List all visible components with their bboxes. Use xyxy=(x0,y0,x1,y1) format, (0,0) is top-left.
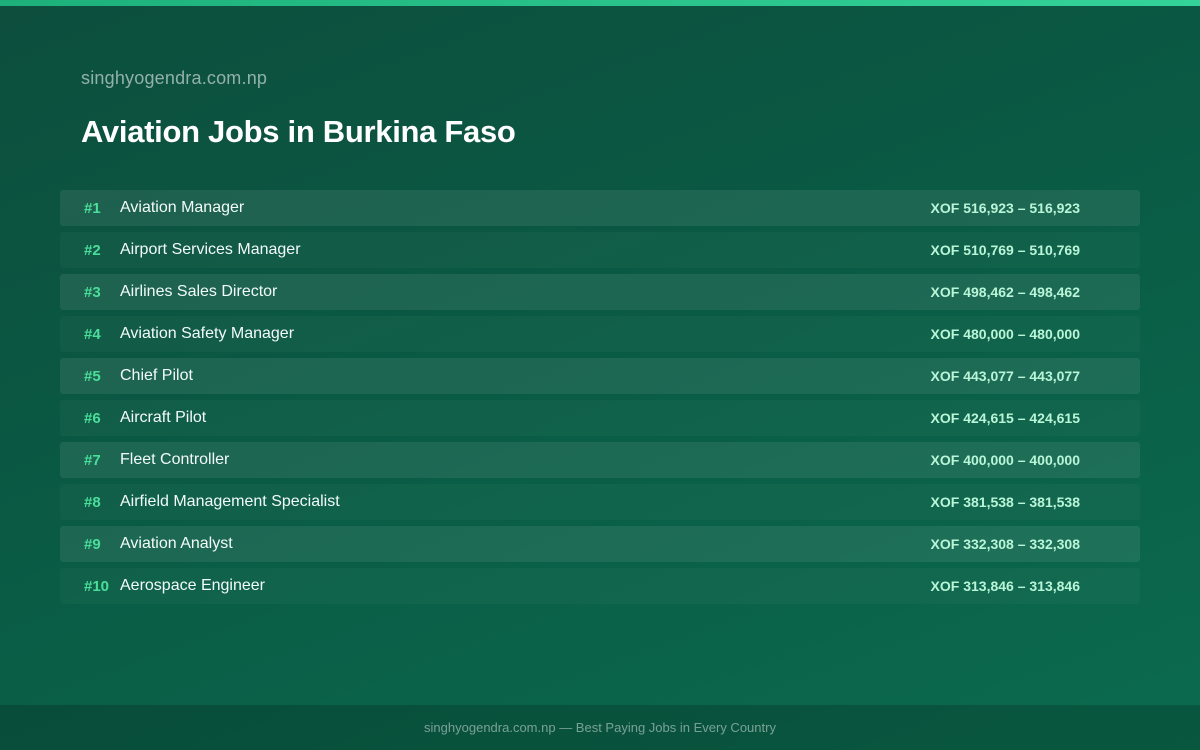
job-row: #1 Aviation Manager XOF 516,923 – 516,92… xyxy=(60,190,1140,226)
job-rank: #10 xyxy=(84,577,110,595)
job-rank: #7 xyxy=(84,451,101,469)
job-row: #6 Aircraft Pilot XOF 424,615 – 424,615 xyxy=(60,400,1140,436)
job-salary: XOF 313,846 – 313,846 xyxy=(930,578,1080,594)
job-rank: #8 xyxy=(84,493,101,511)
job-salary: XOF 516,923 – 516,923 xyxy=(930,200,1080,216)
job-title: Airlines Sales Director xyxy=(120,283,278,300)
job-title: Fleet Controller xyxy=(120,451,230,468)
job-row: #3 Airlines Sales Director XOF 498,462 –… xyxy=(60,274,1140,310)
footer: singhyogendra.com.np — Best Paying Jobs … xyxy=(0,705,1200,750)
job-rank: #9 xyxy=(84,535,101,553)
job-title: Aviation Analyst xyxy=(120,535,233,552)
job-row: #10 Aerospace Engineer XOF 313,846 – 313… xyxy=(60,568,1140,604)
job-salary: XOF 400,000 – 400,000 xyxy=(930,452,1080,468)
job-title: Airfield Management Specialist xyxy=(120,493,340,510)
job-rank: #1 xyxy=(84,199,101,217)
top-accent-bar xyxy=(0,0,1200,6)
job-row: #5 Chief Pilot XOF 443,077 – 443,077 xyxy=(60,358,1140,394)
job-rank: #6 xyxy=(84,409,101,427)
job-salary: XOF 510,769 – 510,769 xyxy=(930,242,1080,258)
job-title: Aviation Safety Manager xyxy=(120,325,295,342)
job-row: #2 Airport Services Manager XOF 510,769 … xyxy=(60,232,1140,268)
job-rank: #5 xyxy=(84,367,101,385)
job-rank: #2 xyxy=(84,241,101,259)
job-title: Aircraft Pilot xyxy=(120,409,207,426)
job-title: Chief Pilot xyxy=(120,367,193,384)
job-list: #1 Aviation Manager XOF 516,923 – 516,92… xyxy=(60,190,1140,610)
job-row: #9 Aviation Analyst XOF 332,308 – 332,30… xyxy=(60,526,1140,562)
job-salary: XOF 424,615 – 424,615 xyxy=(930,410,1080,426)
site-label: singhyogendra.com.np xyxy=(81,68,268,88)
job-salary: XOF 332,308 – 332,308 xyxy=(930,536,1080,552)
job-title: Airport Services Manager xyxy=(120,241,301,258)
job-row: #4 Aviation Safety Manager XOF 480,000 –… xyxy=(60,316,1140,352)
job-rank: #3 xyxy=(84,283,101,301)
job-row: #8 Airfield Management Specialist XOF 38… xyxy=(60,484,1140,520)
job-title: Aviation Manager xyxy=(120,199,245,216)
job-salary: XOF 381,538 – 381,538 xyxy=(930,494,1080,510)
job-row: #7 Fleet Controller XOF 400,000 – 400,00… xyxy=(60,442,1140,478)
job-title: Aerospace Engineer xyxy=(120,577,265,594)
footer-text: singhyogendra.com.np — Best Paying Jobs … xyxy=(424,720,776,735)
job-salary: XOF 443,077 – 443,077 xyxy=(930,368,1080,384)
job-rank: #4 xyxy=(84,325,101,343)
job-salary: XOF 480,000 – 480,000 xyxy=(930,326,1080,342)
job-salary: XOF 498,462 – 498,462 xyxy=(930,284,1080,300)
page-title: Aviation Jobs in Burkina Faso xyxy=(81,114,516,149)
